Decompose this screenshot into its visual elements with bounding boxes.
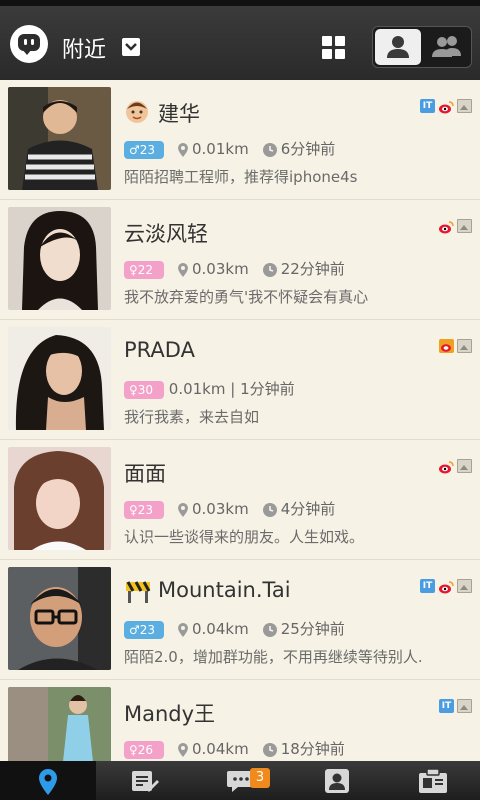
tab-messages[interactable] [192,761,288,800]
location-pin-icon [178,502,188,517]
tab-nearby[interactable] [0,761,96,800]
last-active-time: 18分钟前 [280,740,345,758]
user-meta: ♀23 0.03km 4分钟前 [124,498,336,519]
gender-age-badge: ♀22 [124,260,164,279]
user-meta: ♂23 0.01km 6分钟前 [124,138,336,159]
profile-card-icon [419,768,447,793]
notes-edit-icon [132,771,159,792]
avatar[interactable] [8,87,111,190]
user-meta: ♀26 0.04km 18分钟前 [124,738,345,759]
badge-icons [435,219,472,235]
weibo-square-icon [439,339,454,353]
weibo-icon [438,99,454,114]
avatar[interactable] [8,447,111,550]
weibo-icon [438,219,454,234]
page-title[interactable]: 附近 [62,32,106,64]
clock-icon [262,502,277,517]
clock-icon [262,742,277,757]
badge-icons [436,339,472,355]
distance-time: 0.01km | 1分钟前 [168,380,295,398]
last-active-time: 4分钟前 [280,500,336,518]
distance: 0.03km [192,500,249,518]
user-meta: ♀30 0.01km | 1分钟前 [124,378,295,399]
list-item[interactable]: 云淡风轻 ♀22 0.03km 22分钟前 我不放弃爱的勇气'我不怀疑会有真心 [0,200,480,320]
user-name: Mandy王 [124,702,216,726]
gender-age-badge: ♂23 [124,140,164,159]
gender-age-badge: ♀26 [124,740,164,759]
it-badge-icon: IT [420,99,435,113]
location-pin-icon [178,142,188,157]
badge-icons [435,459,472,475]
user-name: 建华 [158,102,200,126]
location-pin-icon [178,742,188,757]
gender-age-badge: ♀30 [124,380,164,399]
last-active-time: 25分钟前 [280,620,345,638]
clock-icon [262,622,277,637]
it-badge-icon: IT [439,699,454,713]
view-toggle[interactable] [372,26,472,68]
location-pin-icon [178,262,188,277]
photo-icon [457,579,472,593]
user-name: 云淡风轻 [124,222,208,246]
clock-icon [262,262,277,277]
gender-age-badge: ♀23 [124,500,164,519]
gender-age-badge: ♂23 [124,620,164,639]
face-emoji-icon [124,98,150,124]
tab-contacts[interactable] [288,761,384,800]
list-item[interactable]: 面面 ♀23 0.03km 4分钟前 认识一些谈得来的朋友。人生如戏。 [0,440,480,560]
status-message: 我行我素，来去自如 [124,408,260,426]
list-item[interactable]: Mountain.Tai IT ♂23 0.04km 25分钟前 陌陌2.0，增加群… [0,560,480,680]
tab-notes[interactable] [96,761,192,800]
grid-view-icon[interactable] [322,36,346,60]
dropdown-chevron-icon[interactable] [122,38,140,56]
avatar[interactable] [8,567,111,670]
list-item[interactable]: 建华 IT ♂23 0.01km 6分钟前 陌陌招聘工程师，推荐得iphone4s [0,80,480,200]
badge-icons: IT [417,579,472,595]
location-pin-icon [178,622,188,637]
user-meta: ♂23 0.04km 25分钟前 [124,618,345,639]
photo-icon [457,219,472,233]
nearby-location-icon [39,769,57,795]
list-item[interactable]: PRADA ♀30 0.01km | 1分钟前 我行我素，来去自如 [0,320,480,440]
status-message: 认识一些谈得来的朋友。人生如戏。 [124,528,365,546]
status-message: 陌陌招聘工程师，推荐得iphone4s [124,168,358,186]
badge-icons: IT [436,699,472,715]
clock-icon [262,142,277,157]
photo-icon [457,99,472,113]
badge-icons: IT [417,99,472,115]
top-bar: 附近 [0,0,480,80]
user-name: PRADA [124,338,195,362]
distance: 0.04km [192,740,249,758]
weibo-icon [438,579,454,594]
group-users-icon[interactable] [423,29,469,65]
distance: 0.03km [192,260,249,278]
photo-icon [457,459,472,473]
bottom-tab-bar [0,761,480,800]
single-user-icon[interactable] [375,29,421,65]
nearby-user-list: 建华 IT ♂23 0.01km 6分钟前 陌陌招聘工程师，推荐得iphone4s … [0,80,480,800]
status-message: 我不放弃爱的勇气'我不怀疑会有真心 [124,288,369,306]
messages-count-badge: 3 [250,768,270,788]
tab-profile[interactable] [384,761,480,800]
weibo-icon [438,459,454,474]
last-active-time: 6分钟前 [280,140,336,158]
construction-barrier-icon [124,578,151,604]
last-active-time: 22分钟前 [280,260,345,278]
distance: 0.04km [192,620,249,638]
status-message: 陌陌2.0，增加群功能，不用再继续等待别人. [124,648,423,666]
avatar[interactable] [8,207,111,310]
user-name: Mountain.Tai [158,578,291,602]
photo-icon [457,339,472,353]
distance: 0.01km [192,140,249,158]
it-badge-icon: IT [420,579,435,593]
app-logo-icon[interactable] [10,25,48,63]
user-meta: ♀22 0.03km 22分钟前 [124,258,345,279]
photo-icon [457,699,472,713]
contacts-icon [325,769,349,793]
user-name: 面面 [124,462,166,486]
avatar[interactable] [8,327,111,430]
